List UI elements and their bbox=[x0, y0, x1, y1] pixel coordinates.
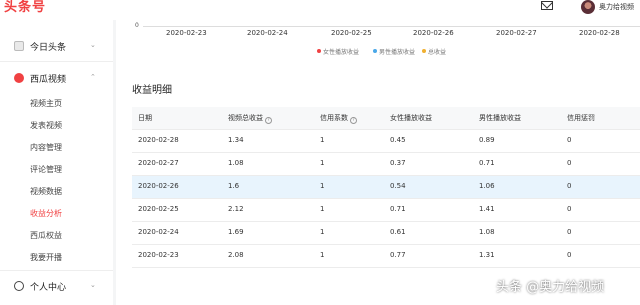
sidebar-item-video-data[interactable]: 视频数据 bbox=[30, 186, 62, 197]
cell-credit: 1 bbox=[320, 182, 325, 190]
legend-dot-icon bbox=[373, 49, 377, 53]
cell-penalty: 0 bbox=[567, 136, 572, 144]
cell-credit: 1 bbox=[320, 136, 325, 144]
cell-total: 1.69 bbox=[228, 228, 244, 236]
column-header: 日期 bbox=[138, 114, 152, 122]
table-row-highlighted: 2020-02-26 1.6 1 0.54 1.06 0 bbox=[132, 176, 640, 199]
cell-penalty: 0 bbox=[567, 228, 572, 236]
sidebar-section-label: 今日头条 bbox=[30, 43, 67, 53]
cell-total: 1.08 bbox=[228, 159, 244, 167]
cell-credit: 1 bbox=[320, 228, 325, 236]
sidebar-item-video-home[interactable]: 视频主页 bbox=[30, 98, 62, 109]
x-axis-tick: 2020-02-27 bbox=[496, 29, 537, 37]
legend-item-total[interactable]: 总收益 bbox=[422, 47, 446, 56]
sidebar-section-label: 个人中心 bbox=[30, 283, 67, 293]
y-axis-tick: 0 bbox=[135, 22, 139, 29]
watermark: 头条 @奥力给视频 bbox=[496, 280, 605, 295]
legend-item-female[interactable]: 女性播放收益 bbox=[317, 47, 359, 56]
cell-female: 0.71 bbox=[390, 205, 406, 213]
table-header: 日期 视频总收益? 信用系数? 女性播放收益 男性播放收益 信用惩罚 bbox=[132, 107, 640, 130]
cell-female: 0.77 bbox=[390, 251, 406, 259]
divider bbox=[0, 61, 113, 62]
cell-female: 0.45 bbox=[390, 136, 406, 144]
x-axis-tick: 2020-02-26 bbox=[413, 29, 454, 37]
chevron-down-icon: ⌄ bbox=[90, 281, 96, 289]
x-axis-tick: 2020-02-28 bbox=[579, 29, 620, 37]
user-name[interactable]: 奥力给视频 bbox=[599, 2, 634, 12]
avatar[interactable] bbox=[581, 0, 595, 14]
column-header: 信用系数? bbox=[320, 113, 357, 124]
cell-male: 1.06 bbox=[479, 182, 495, 190]
section-title: 收益明细 bbox=[132, 85, 172, 96]
cell-penalty: 0 bbox=[567, 205, 572, 213]
table-row: 2020-02-27 1.08 1 0.37 0.71 0 bbox=[132, 153, 640, 176]
help-icon[interactable]: ? bbox=[265, 117, 272, 124]
cell-total: 1.34 bbox=[228, 136, 244, 144]
help-icon[interactable]: ? bbox=[350, 117, 357, 124]
chart-baseline bbox=[143, 26, 640, 27]
table-row: 2020-02-25 2.12 1 0.71 1.41 0 bbox=[132, 199, 640, 222]
cell-male: 0.89 bbox=[479, 136, 495, 144]
cell-total: 1.6 bbox=[228, 182, 240, 190]
legend-label: 女性播放收益 bbox=[323, 49, 360, 56]
sidebar: 今日头条 ⌄ 西瓜视频 ⌃ 视频主页 发表视频 内容管理 评论管理 视频数据 收… bbox=[0, 20, 113, 305]
cell-male: 0.71 bbox=[479, 159, 495, 167]
cell-male: 1.08 bbox=[479, 228, 495, 236]
xigua-icon bbox=[14, 73, 24, 83]
cell-date: 2020-02-25 bbox=[138, 205, 179, 213]
cell-credit: 1 bbox=[320, 205, 325, 213]
sidebar-section-personal[interactable]: 个人中心 ⌄ bbox=[0, 276, 113, 296]
mail-icon[interactable] bbox=[541, 1, 553, 10]
cell-male: 1.31 bbox=[479, 251, 495, 259]
top-bar: 头条号 奥力给视频 bbox=[0, 0, 640, 20]
legend-item-male[interactable]: 男性播放收益 bbox=[373, 47, 415, 56]
legend-dot-icon bbox=[317, 49, 321, 53]
cell-date: 2020-02-28 bbox=[138, 136, 179, 144]
chevron-down-icon: ⌄ bbox=[90, 41, 96, 49]
sidebar-item-content-manage[interactable]: 内容管理 bbox=[30, 142, 62, 153]
chevron-up-icon: ⌃ bbox=[90, 73, 96, 81]
column-header: 男性播放收益 bbox=[479, 114, 521, 122]
toutiao-icon bbox=[14, 41, 24, 51]
cell-total: 2.12 bbox=[228, 205, 244, 213]
cell-credit: 1 bbox=[320, 159, 325, 167]
column-header: 视频总收益? bbox=[228, 113, 272, 124]
cell-date: 2020-02-27 bbox=[138, 159, 179, 167]
sidebar-item-revenue-analysis[interactable]: 收益分析 bbox=[30, 208, 62, 219]
cell-total: 2.08 bbox=[228, 251, 244, 259]
column-header: 女性播放收益 bbox=[390, 114, 432, 122]
cell-male: 1.41 bbox=[479, 205, 495, 213]
sidebar-item-xigua-rights[interactable]: 西瓜权益 bbox=[30, 230, 62, 241]
cell-date: 2020-02-23 bbox=[138, 251, 179, 259]
main-panel: 0 2020-02-23 2020-02-24 2020-02-25 2020-… bbox=[116, 20, 640, 305]
x-axis-tick: 2020-02-24 bbox=[247, 29, 288, 37]
x-axis-tick: 2020-02-25 bbox=[331, 29, 372, 37]
table-row: 2020-02-28 1.34 1 0.45 0.89 0 bbox=[132, 130, 640, 153]
cell-penalty: 0 bbox=[567, 159, 572, 167]
divider bbox=[0, 270, 113, 271]
user-icon bbox=[14, 281, 24, 291]
cell-date: 2020-02-24 bbox=[138, 228, 179, 236]
legend-label: 总收益 bbox=[428, 49, 447, 56]
cell-penalty: 0 bbox=[567, 251, 572, 259]
sidebar-section-label: 西瓜视频 bbox=[30, 75, 67, 85]
legend-label: 男性播放收益 bbox=[379, 49, 416, 56]
cell-female: 0.54 bbox=[390, 182, 406, 190]
column-header: 信用惩罚 bbox=[567, 114, 595, 122]
table-row: 2020-02-24 1.69 1 0.61 1.08 0 bbox=[132, 222, 640, 245]
logo[interactable]: 头条号 bbox=[4, 0, 46, 16]
cell-female: 0.61 bbox=[390, 228, 406, 236]
sidebar-section-toutiao[interactable]: 今日头条 ⌄ bbox=[0, 36, 113, 56]
legend-dot-icon bbox=[422, 49, 426, 53]
cell-penalty: 0 bbox=[567, 182, 572, 190]
table-row: 2020-02-23 2.08 1 0.77 1.31 0 bbox=[132, 245, 640, 268]
sidebar-item-publish-video[interactable]: 发表视频 bbox=[30, 120, 62, 131]
sidebar-section-xigua[interactable]: 西瓜视频 ⌃ bbox=[0, 68, 113, 88]
sidebar-item-go-live[interactable]: 我要开播 bbox=[30, 252, 62, 263]
x-axis-tick: 2020-02-23 bbox=[166, 29, 207, 37]
cell-date: 2020-02-26 bbox=[138, 182, 179, 190]
cell-female: 0.37 bbox=[390, 159, 406, 167]
cell-credit: 1 bbox=[320, 251, 325, 259]
sidebar-item-comment-manage[interactable]: 评论管理 bbox=[30, 164, 62, 175]
